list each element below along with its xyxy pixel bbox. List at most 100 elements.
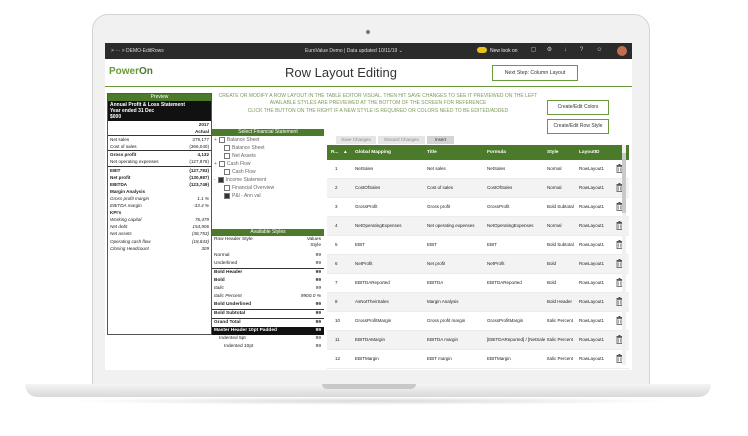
- statement-item[interactable]: - Income Statement: [212, 176, 324, 184]
- cell-map[interactable]: NetSales: [355, 160, 373, 178]
- breadcrumb[interactable]: > ··· > DEMO-EditRows: [111, 48, 164, 54]
- cell-n[interactable]: 10: [335, 312, 340, 330]
- table-row[interactable]: 7 EBITDAReported EBITDA EBITDAReported Bold R…: [327, 274, 629, 293]
- statement-item[interactable]: Financial Overview: [212, 184, 324, 192]
- statement-checkbox[interactable]: [218, 160, 225, 167]
- cell-layout[interactable]: RowLayout1: [579, 350, 604, 368]
- cell-title[interactable]: Gross profit margin: [427, 312, 465, 330]
- expand-toggle[interactable]: -: [214, 177, 216, 183]
- table-row[interactable]: 5 EBIT EBIT EBIT Bold Subtotal RowLayout1: [327, 236, 629, 255]
- cell-layout[interactable]: RowLayout1: [579, 217, 604, 235]
- table-row[interactable]: 1 NetSales Net sales NetSales Normal RowLayou…: [327, 160, 629, 179]
- expand-toggle[interactable]: +: [214, 137, 217, 143]
- cell-n[interactable]: 12: [335, 350, 340, 368]
- statement-item[interactable]: P&l - Ann val: [212, 192, 324, 200]
- cell-map[interactable]: NetOperatingExpenses: [355, 217, 402, 235]
- cell-n[interactable]: 8: [335, 293, 338, 311]
- cell-layout[interactable]: RowLayout1: [579, 312, 604, 330]
- cell-title[interactable]: Gross profit: [427, 198, 450, 216]
- col-formula-header[interactable]: Formula: [487, 145, 506, 160]
- cell-formula[interactable]: GrossProfitMargin: [487, 312, 523, 330]
- table-scrollbar[interactable]: [622, 145, 626, 365]
- cell-title[interactable]: EBIT: [427, 236, 437, 254]
- next-step-button[interactable]: Next Step: Column Layout: [492, 65, 578, 81]
- cell-n[interactable]: 2: [335, 179, 338, 197]
- cell-style[interactable]: Normal: [547, 160, 562, 178]
- edit-row-style-button[interactable]: Create/Edit Row Style: [547, 119, 609, 134]
- cell-layout[interactable]: RowLayout1: [579, 198, 604, 216]
- cell-formula[interactable]: NetSales: [487, 160, 505, 178]
- cell-title[interactable]: EBITDA: [427, 274, 443, 292]
- cell-map[interactable]: AsNotTheirSales: [355, 293, 389, 311]
- cell-style[interactable]: Bold: [547, 255, 556, 273]
- cell-formula[interactable]: NetOperatingExpenses: [487, 217, 534, 235]
- save-changes-tab[interactable]: Save Changes: [336, 136, 376, 144]
- col-global-mapping-header[interactable]: Global Mapping: [355, 145, 391, 160]
- col-row-header[interactable]: R...: [331, 145, 338, 160]
- cell-layout[interactable]: RowLayout1: [579, 274, 604, 292]
- cell-style[interactable]: Bold Subtotal: [547, 236, 574, 254]
- edit-colors-button[interactable]: Create/Edit Colors: [547, 100, 609, 115]
- cell-title[interactable]: EBIT margin: [427, 350, 452, 368]
- statement-item[interactable]: Cash Flow: [212, 168, 324, 176]
- feedback-icon[interactable]: ☺: [596, 47, 603, 54]
- cell-title[interactable]: Net sales: [427, 160, 446, 178]
- cell-map[interactable]: EBITMargin: [355, 350, 379, 368]
- cell-map[interactable]: GrossProfit: [355, 198, 378, 216]
- scrollbar-thumb[interactable]: [622, 153, 626, 213]
- cell-formula[interactable]: GrossProfit: [487, 198, 510, 216]
- cell-title[interactable]: EBITDA margin: [427, 331, 458, 349]
- cell-style[interactable]: Bold: [547, 274, 556, 292]
- discard-changes-tab[interactable]: Discard Changes: [378, 136, 425, 144]
- cell-n[interactable]: 7: [335, 274, 338, 292]
- cell-title[interactable]: Net profit: [427, 255, 445, 273]
- cell-map[interactable]: EBITDAMargin: [355, 331, 385, 349]
- statement-item[interactable]: + Balance Sheet: [212, 136, 324, 144]
- cell-layout[interactable]: RowLayout1: [579, 293, 604, 311]
- table-row[interactable]: 8 AsNotTheirSales Margin Analysis Bold Head…: [327, 293, 629, 312]
- cell-layout[interactable]: RowLayout1: [579, 160, 604, 178]
- cell-layout[interactable]: RowLayout1: [579, 331, 604, 349]
- col-layout-id-header[interactable]: LayoutID: [579, 145, 600, 160]
- cell-title[interactable]: Margin Analysis: [427, 293, 459, 311]
- statement-checkbox[interactable]: [224, 144, 230, 151]
- table-row[interactable]: 10 GrossProfitMargin Gross profit margin Gr…: [327, 312, 629, 331]
- col-sort-header[interactable]: ▲: [343, 145, 348, 160]
- col-title-header[interactable]: Title: [427, 145, 437, 160]
- cell-map[interactable]: CostOfSales: [355, 179, 380, 197]
- statement-checkbox[interactable]: [224, 192, 230, 199]
- statement-checkbox[interactable]: [224, 168, 230, 175]
- statement-checkbox[interactable]: [217, 176, 224, 183]
- cell-style[interactable]: Bold Subtotal: [547, 198, 574, 216]
- col-style-header[interactable]: Style: [547, 145, 558, 160]
- insert-tab[interactable]: Insert: [427, 136, 454, 144]
- cell-n[interactable]: 3: [335, 198, 338, 216]
- cell-n[interactable]: 5: [335, 236, 338, 254]
- comment-icon[interactable]: ▢: [530, 47, 537, 54]
- cell-n[interactable]: 1: [335, 160, 338, 178]
- expand-toggle[interactable]: +: [214, 161, 217, 167]
- cell-n[interactable]: 4: [335, 217, 338, 235]
- table-row[interactable]: 12 EBITMargin EBIT margin EBITMargin Italic …: [327, 350, 629, 369]
- cell-formula[interactable]: [EBITDAReported] / [NetSales]: [487, 331, 545, 349]
- statement-item[interactable]: + Cash Flow: [212, 160, 324, 168]
- avatar[interactable]: [617, 46, 627, 56]
- download-icon[interactable]: ↓: [562, 47, 569, 54]
- cell-formula[interactable]: EBITDAReported: [487, 274, 522, 292]
- cell-style[interactable]: Bold Header: [547, 293, 572, 311]
- report-title-menu[interactable]: EuroValue Demo | Data updated 10/11/19 ⌄: [305, 48, 403, 54]
- cell-map[interactable]: GrossProfitMargin: [355, 312, 391, 330]
- settings-icon[interactable]: ⚙: [546, 47, 553, 54]
- table-row[interactable]: 4 NetOperatingExpenses Net operating expen…: [327, 217, 629, 236]
- cell-formula[interactable]: CostOfSales: [487, 179, 512, 197]
- cell-style[interactable]: Italic Percent: [547, 331, 573, 349]
- help-icon[interactable]: ?: [578, 47, 585, 54]
- cell-title[interactable]: Cost of sales: [427, 179, 453, 197]
- cell-style[interactable]: Normal: [547, 217, 562, 235]
- cell-layout[interactable]: RowLayout1: [579, 236, 604, 254]
- statement-checkbox[interactable]: [224, 152, 230, 159]
- cell-style[interactable]: Normal: [547, 179, 562, 197]
- cell-map[interactable]: EBIT: [355, 236, 365, 254]
- statement-checkbox[interactable]: [218, 136, 225, 143]
- cell-n[interactable]: 6: [335, 255, 338, 273]
